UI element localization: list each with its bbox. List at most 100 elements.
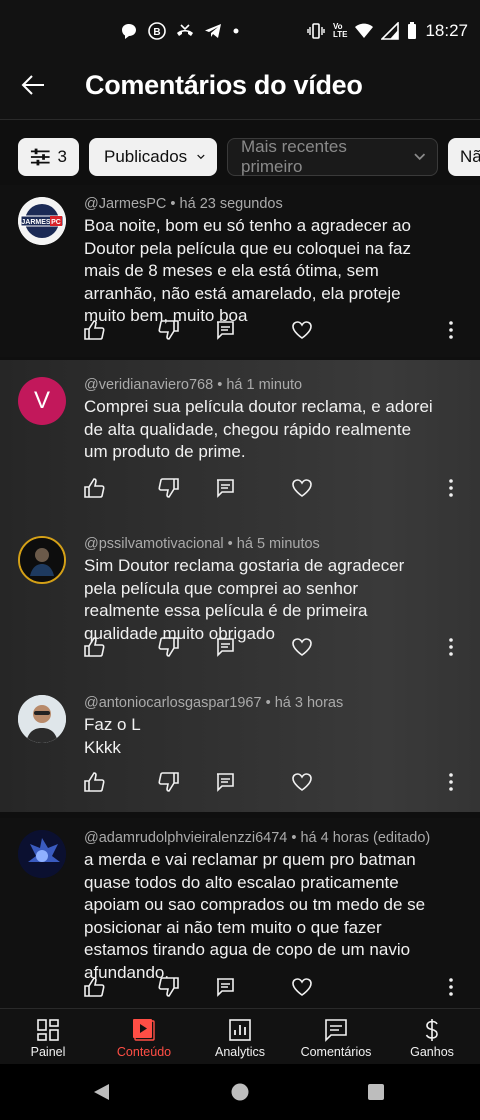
comment-item: @pssilvamotivacional • há 5 minutos Sim … <box>0 524 480 666</box>
comment-author[interactable]: @JarmesPC <box>84 196 166 212</box>
comment-time: há 4 horas (editado) <box>300 830 431 846</box>
nav-item-conteudo[interactable]: Conteúdo <box>96 1009 192 1065</box>
chevron-down-icon <box>197 154 205 160</box>
more-options-icon[interactable] <box>440 636 462 658</box>
heart-icon[interactable] <box>291 319 313 341</box>
comment-text: Boa noite, bom eu só tenho a agradecer a… <box>84 216 412 325</box>
comment-author[interactable]: @antoniocarlosgaspar1967 <box>84 695 262 711</box>
more-options-icon[interactable] <box>440 771 462 793</box>
filter-settings-chip[interactable]: 3 <box>18 138 79 176</box>
bottom-navigation: Painel Conteúdo Analytics Comentários Ga… <box>0 1008 480 1064</box>
heart-icon[interactable] <box>291 636 313 658</box>
nav-item-painel[interactable]: Painel <box>0 1009 96 1065</box>
comment-author[interactable]: @veridianaviero768 <box>84 377 213 393</box>
reply-icon[interactable] <box>214 636 236 658</box>
reply-icon[interactable] <box>214 771 236 793</box>
comment-text-line: Kkkk <box>84 737 121 757</box>
reply-icon[interactable] <box>214 319 236 341</box>
comment-actions <box>0 976 480 1002</box>
avatar[interactable] <box>18 830 66 878</box>
dislike-icon[interactable] <box>158 771 180 793</box>
comment-meta: @JarmesPC • há 23 segundos <box>84 196 283 212</box>
more-options-icon[interactable] <box>440 477 462 499</box>
comment-item: @antoniocarlosgaspar1967 • há 3 horas Fa… <box>0 683 480 803</box>
heart-icon[interactable] <box>291 477 313 499</box>
reply-icon[interactable] <box>214 976 236 998</box>
clock: 18:27 <box>425 21 468 40</box>
heart-icon[interactable] <box>291 771 313 793</box>
extra-filter-chip[interactable]: Nã <box>448 138 480 176</box>
more-notifications-icon <box>233 28 239 34</box>
dislike-icon[interactable] <box>158 477 180 499</box>
comment-item: @adamrudolphvieiralenzzi6474 • há 4 hora… <box>0 818 480 1008</box>
avatar[interactable]: JARMES PC <box>18 197 66 245</box>
avatar[interactable] <box>18 695 66 743</box>
system-recents-icon[interactable] <box>367 1083 385 1101</box>
missed-call-icon <box>177 24 193 36</box>
comment-actions <box>0 477 480 503</box>
battery-icon <box>408 22 417 39</box>
heart-icon[interactable] <box>291 976 313 998</box>
nav-item-ganhos[interactable]: Ganhos <box>384 1009 480 1065</box>
comment-time: há 5 minutos <box>236 536 320 552</box>
svg-text:B: B <box>153 27 160 38</box>
dislike-icon[interactable] <box>158 319 180 341</box>
system-status-icons: Vo LTE 18:27 <box>307 21 468 41</box>
like-icon[interactable] <box>83 477 105 499</box>
volte-label: Vo LTE <box>332 22 348 39</box>
comment-text: a merda e vai reclamar pr quem pro batma… <box>84 850 426 982</box>
nav-label: Comentários <box>300 1045 372 1059</box>
back-arrow-icon[interactable] <box>20 72 46 98</box>
nav-item-analytics[interactable]: Analytics <box>192 1009 288 1065</box>
comment-meta: @veridianaviero768 • há 1 minuto <box>84 377 303 393</box>
avatar[interactable] <box>18 536 66 584</box>
status-filter-chip[interactable]: Publicados <box>89 138 217 176</box>
nav-label: Analytics <box>214 1045 266 1059</box>
comment-time: há 1 minuto <box>226 377 303 393</box>
like-icon[interactable] <box>83 771 105 793</box>
sort-label: Mais recentes primeiro <box>241 138 347 176</box>
status-filter-label: Publicados <box>104 147 188 166</box>
system-back-icon[interactable] <box>92 1082 112 1102</box>
svg-text:PC: PC <box>51 219 61 226</box>
sort-chip[interactable]: Mais recentes primeiro <box>227 138 438 176</box>
svg-text:JARMES: JARMES <box>21 219 51 226</box>
like-icon[interactable] <box>83 636 105 658</box>
filter-chips: 3 Publicados Mais recentes primeiro Nã <box>18 138 480 176</box>
dislike-icon[interactable] <box>158 636 180 658</box>
comment-item: V @veridianaviero768 • há 1 minuto Compr… <box>0 365 480 507</box>
nav-label: Conteúdo <box>116 1045 172 1059</box>
dislike-icon[interactable] <box>158 976 180 998</box>
comment-actions <box>0 771 480 797</box>
comment-author[interactable]: @adamrudolphvieiralenzzi6474 <box>84 830 287 846</box>
signal-icon <box>381 22 400 40</box>
comments-icon <box>325 1019 347 1042</box>
nav-label: Painel <box>30 1045 66 1059</box>
avatar[interactable]: V <box>18 377 66 425</box>
nav-item-comentarios[interactable]: Comentários <box>288 1009 384 1065</box>
more-options-icon[interactable] <box>440 976 462 998</box>
like-icon[interactable] <box>83 319 105 341</box>
dashboard-icon <box>37 1019 59 1041</box>
system-home-icon[interactable] <box>230 1082 250 1102</box>
earnings-icon <box>425 1019 438 1041</box>
telegram-icon <box>205 24 221 38</box>
comment-text-line: Faz o L <box>84 715 141 734</box>
system-navigation-bar <box>0 1064 480 1120</box>
comment-meta: @adamrudolphvieiralenzzi6474 • há 4 hora… <box>84 830 431 846</box>
notification-icons: B <box>120 22 240 40</box>
b-badge-icon: B <box>148 22 166 40</box>
vibrate-icon <box>307 23 325 39</box>
more-options-icon[interactable] <box>440 319 462 341</box>
analytics-icon <box>229 1019 251 1041</box>
extra-filter-label: Nã <box>460 147 480 166</box>
like-icon[interactable] <box>83 976 105 998</box>
comment-actions <box>0 636 480 662</box>
comment-actions <box>0 319 480 345</box>
profile-photo-icon <box>20 538 64 582</box>
comment-meta: @antoniocarlosgaspar1967 • há 3 horas <box>84 695 344 711</box>
reply-icon[interactable] <box>214 477 236 499</box>
profile-photo-icon <box>18 830 66 878</box>
comment-text: Comprei sua película doutor reclama, e a… <box>84 397 433 461</box>
comment-author[interactable]: @pssilvamotivacional <box>84 536 224 552</box>
